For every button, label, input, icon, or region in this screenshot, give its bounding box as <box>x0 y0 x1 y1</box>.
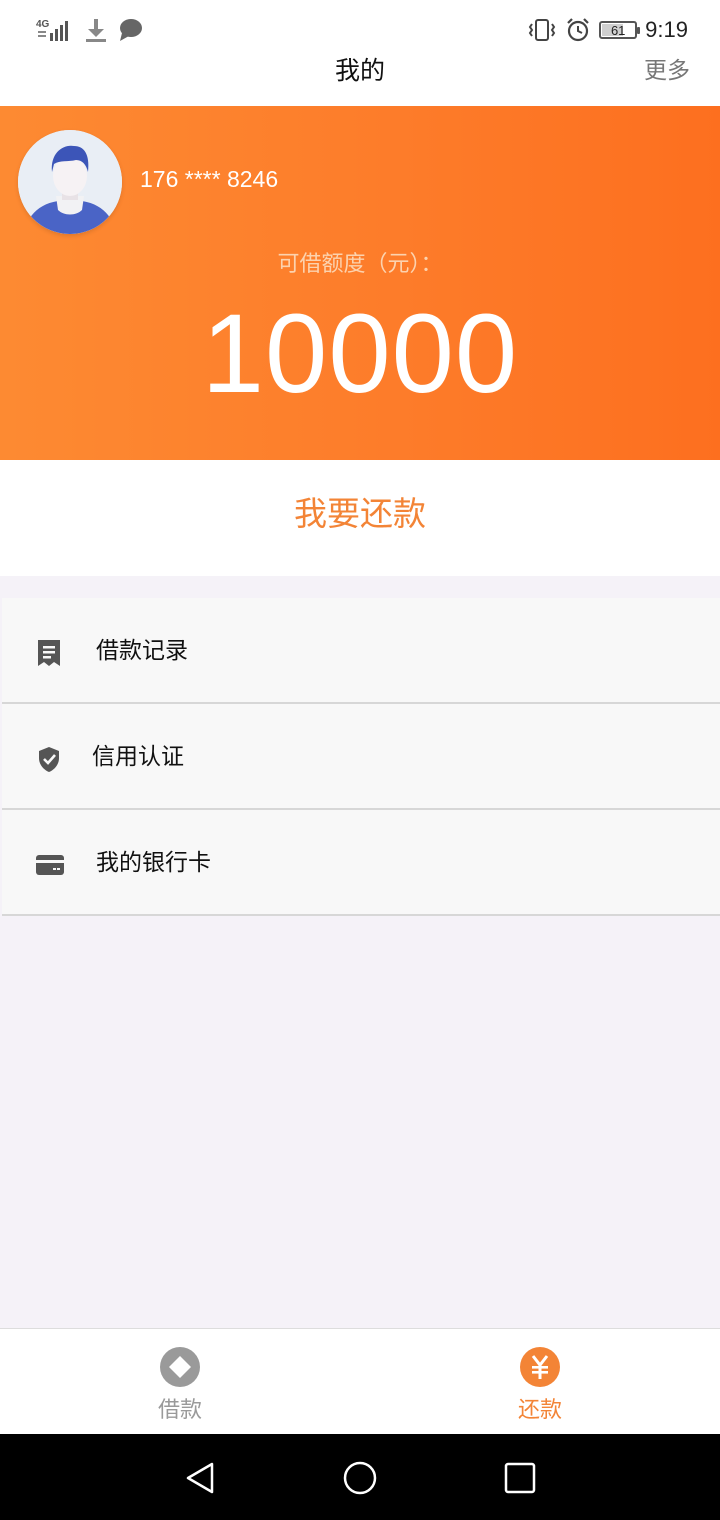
menu-item-bank-cards[interactable]: 我的银行卡 <box>2 810 720 916</box>
back-icon[interactable] <box>180 1458 220 1498</box>
battery-level: 61 <box>610 22 626 38</box>
status-time: 9:19 <box>645 17 688 42</box>
diamond-icon <box>160 1347 200 1387</box>
vibrate-icon <box>528 19 556 41</box>
menu-item-label: 我的银行卡 <box>96 850 211 876</box>
receipt-icon <box>38 640 60 666</box>
yen-icon <box>520 1347 560 1387</box>
menu-item-loan-records[interactable]: 借款记录 <box>2 598 720 704</box>
status-bar-right: 61 9:19 <box>527 14 688 46</box>
system-nav-bar <box>0 1434 720 1520</box>
credit-limit-amount: 10000 <box>201 291 519 416</box>
menu-item-label: 信用认证 <box>92 744 184 770</box>
battery-icon: 61 <box>599 21 641 39</box>
tab-borrow[interactable]: 借款 <box>0 1329 360 1435</box>
tab-label: 还款 <box>517 1398 562 1423</box>
download-icon <box>86 19 106 42</box>
credit-limit-label: 可借额度（元）： <box>277 252 443 277</box>
page-title: 我的 <box>334 56 385 85</box>
status-bar: 4G 61 9:19 <box>0 0 720 60</box>
phone-number: 176 **** 8246 <box>140 166 279 192</box>
user-avatar-icon[interactable] <box>18 130 122 234</box>
tab-repay[interactable]: 还款 <box>360 1329 720 1435</box>
recents-icon[interactable] <box>500 1458 540 1498</box>
profile-card: 176 **** 8246 可借额度（元）： 10000 <box>0 106 720 460</box>
tab-label: 借款 <box>157 1398 202 1423</box>
repay-button[interactable]: 我要还款 <box>0 492 720 536</box>
menu-item-credit-verification[interactable]: 信用认证 <box>2 704 720 810</box>
header: 我的 更多 <box>0 56 720 106</box>
home-icon[interactable] <box>340 1458 380 1498</box>
network-type: 4G <box>36 19 50 30</box>
status-bar-left: 4G <box>36 16 144 44</box>
menu-item-label: 借款记录 <box>96 638 188 664</box>
bottom-tab-bar: 借款 还款 <box>0 1328 720 1434</box>
signal-icon: 4G <box>36 19 68 41</box>
alarm-icon <box>567 18 589 42</box>
repay-section: 我要还款 <box>0 460 720 576</box>
more-button[interactable]: 更多 <box>644 60 690 83</box>
shield-check-icon <box>39 747 59 772</box>
message-icon <box>120 19 142 41</box>
bank-card-icon <box>36 855 64 875</box>
menu-list: 借款记录 信用认证 我的银行卡 <box>2 598 720 916</box>
